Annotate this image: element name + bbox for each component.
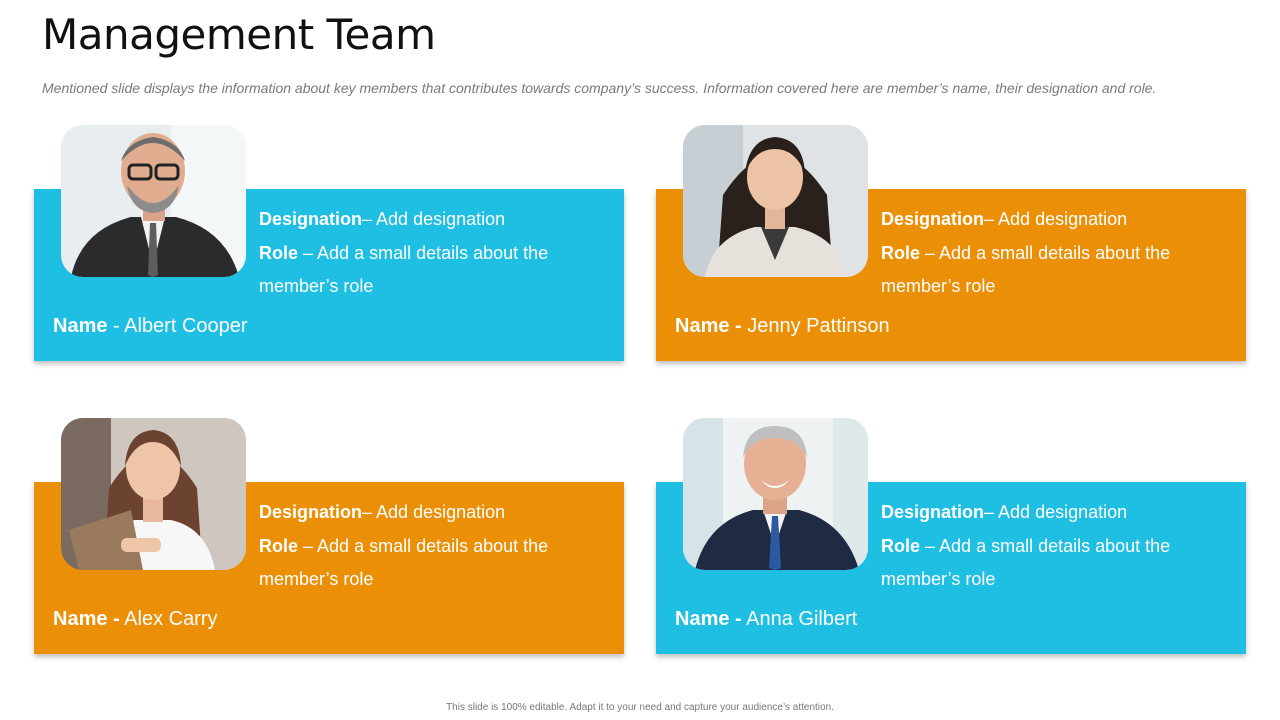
name-value: Anna Gilbert bbox=[741, 608, 858, 630]
member-card-anna-gilbert: Designation– Add designation Role – Add … bbox=[656, 418, 1246, 654]
role-label: Role bbox=[881, 535, 921, 556]
member-name: Name - Anna Gilbert bbox=[675, 608, 857, 631]
role-label: Role bbox=[259, 242, 299, 263]
name-label: Name - bbox=[675, 608, 742, 630]
slide-subtitle: Mentioned slide displays the information… bbox=[42, 80, 1157, 96]
member-card-jenny-pattinson: Designation– Add designation Role – Add … bbox=[656, 125, 1246, 361]
designation-label: Designation bbox=[259, 502, 363, 522]
designation-value: – Add designation bbox=[362, 209, 506, 229]
member-name: Name - Alex Carry bbox=[53, 608, 218, 631]
designation-value: – Add designation bbox=[362, 502, 506, 522]
designation-label: Designation bbox=[881, 209, 985, 229]
role-value: – Add a small details about the member’s… bbox=[259, 535, 549, 590]
member-name: Name - Albert Cooper bbox=[53, 315, 248, 338]
role-value: – Add a small details about the member’s… bbox=[881, 535, 1171, 590]
name-label: Name bbox=[53, 315, 108, 337]
member-photo bbox=[683, 418, 868, 570]
slide-footer: This slide is 100% editable. Adapt it to… bbox=[446, 702, 834, 713]
name-value: - Albert Cooper bbox=[107, 315, 248, 337]
name-label: Name - bbox=[675, 315, 742, 337]
member-info: Designation– Add designation Role – Add … bbox=[881, 203, 1221, 304]
member-info: Designation– Add designation Role – Add … bbox=[881, 496, 1221, 597]
member-info: Designation– Add designation Role – Add … bbox=[259, 496, 599, 597]
name-value: Jenny Pattinson bbox=[741, 315, 890, 337]
role-value: – Add a small details about the member’s… bbox=[259, 242, 549, 297]
role-label: Role bbox=[259, 535, 299, 556]
member-name: Name - Jenny Pattinson bbox=[675, 315, 890, 338]
designation-value: – Add designation bbox=[984, 502, 1128, 522]
name-label: Name - bbox=[53, 608, 120, 630]
designation-label: Designation bbox=[881, 502, 985, 522]
member-card-albert-cooper: Designation– Add designation Role – Add … bbox=[34, 125, 624, 361]
designation-label: Designation bbox=[259, 209, 363, 229]
member-photo bbox=[61, 418, 246, 570]
member-photo bbox=[683, 125, 868, 277]
role-value: – Add a small details about the member’s… bbox=[881, 242, 1171, 297]
role-label: Role bbox=[881, 242, 921, 263]
member-card-alex-carry: Designation– Add designation Role – Add … bbox=[34, 418, 624, 654]
member-photo bbox=[61, 125, 246, 277]
designation-value: – Add designation bbox=[984, 209, 1128, 229]
member-info: Designation– Add designation Role – Add … bbox=[259, 203, 599, 304]
name-value: Alex Carry bbox=[119, 608, 218, 630]
slide-title: Management Team bbox=[42, 10, 436, 59]
